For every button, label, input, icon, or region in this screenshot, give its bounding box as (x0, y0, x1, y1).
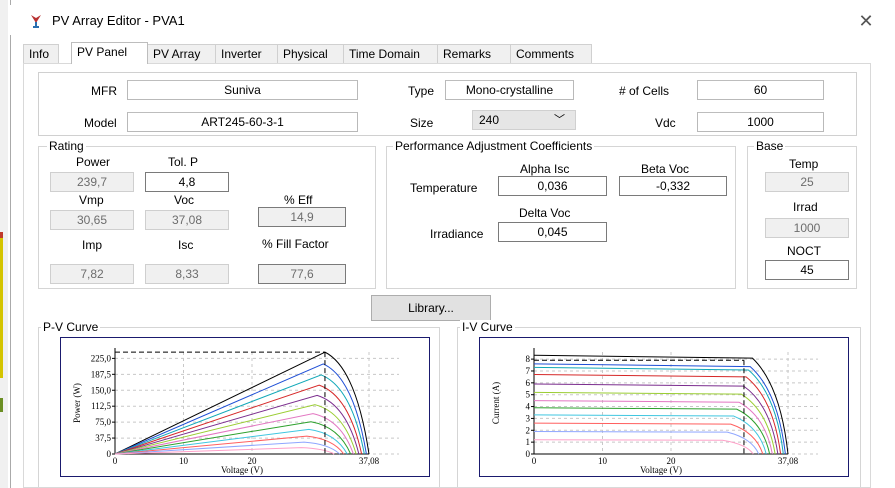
tab-inverter[interactable]: Inverter (215, 44, 278, 64)
background-window-strip (0, 0, 8, 488)
cells-label: # of Cells (619, 84, 670, 98)
chevron-down-icon: ﹀ (554, 114, 565, 126)
iv-curve-chart: 0 10 20 37,08012345678Voltage (V)Current (A… (479, 337, 849, 477)
model-field[interactable]: ART245-60-3-1 (127, 112, 358, 132)
voc-label: Voc (174, 193, 195, 207)
y-tick-label: 4 (526, 402, 531, 412)
rating-title: Rating (47, 139, 86, 153)
y-tick-label: 2 (526, 425, 531, 435)
y-tick-label: 3 (526, 413, 531, 423)
pv-curve-chart: 0 10 20 37,08037,575,0112,5150,0187,5225,0V… (60, 337, 430, 477)
alpha-isc-field[interactable]: 0,036 (498, 176, 607, 196)
y-tick-label: 37,5 (95, 433, 111, 443)
x-tick-label: 0 (113, 456, 118, 466)
beta-voc-label: Beta Voc (641, 162, 690, 176)
temp-label: Temp (789, 157, 819, 171)
irrad-field: 1000 (765, 218, 849, 238)
imp-field: 7,82 (50, 264, 134, 284)
tab-time-domain[interactable]: Time Domain (343, 44, 438, 64)
delta-voc-field[interactable]: 0,045 (498, 222, 607, 242)
alpha-isc-label: Alpha Isc (520, 162, 570, 176)
irrad-label: Irrad (793, 200, 818, 214)
size-value: 240 (479, 113, 500, 127)
x-tick-label: 37,08 (778, 456, 799, 466)
y-tick-label: 225,0 (91, 353, 112, 363)
y-tick-label: 0 (107, 449, 112, 459)
eff-label: % Eff (284, 193, 313, 207)
close-icon[interactable]: ✕ (856, 11, 876, 31)
noct-label: NOCT (787, 244, 821, 258)
y-tick-label: 7 (526, 366, 531, 376)
irradiance-label: Irradiance (430, 227, 484, 241)
delta-voc-label: Delta Voc (519, 206, 571, 220)
x-tick-label: 0 (532, 456, 537, 466)
x-tick-label: 37,08 (359, 456, 380, 466)
noct-field[interactable]: 45 (765, 260, 849, 280)
iv-curve-title: I-V Curve (460, 320, 515, 334)
beta-voc-field[interactable]: -0,332 (619, 176, 727, 196)
tab-physical[interactable]: Physical (277, 44, 344, 64)
cells-field[interactable]: 60 (697, 80, 824, 100)
y-tick-label: 8 (526, 354, 531, 364)
eff-field: 14,9 (258, 207, 346, 227)
isc-label: Isc (178, 238, 194, 252)
x-axis-label: Voltage (V) (640, 465, 682, 475)
y-tick-label: 150,0 (91, 385, 112, 395)
size-dropdown[interactable]: 240 ﹀ (472, 110, 576, 130)
tab-pv-panel[interactable]: PV Panel (71, 42, 148, 64)
library-button[interactable]: Library... (371, 295, 491, 321)
power-field: 239,7 (50, 172, 134, 192)
base-title: Base (754, 139, 786, 153)
tab-pv-array[interactable]: PV Array (147, 44, 216, 64)
tolp-label: Tol. P (168, 155, 199, 169)
fill-factor-label: % Fill Factor (262, 237, 329, 251)
voc-field: 37,08 (145, 210, 229, 230)
power-label: Power (76, 155, 111, 169)
vmp-label: Vmp (79, 193, 104, 207)
y-tick-label: 75,0 (95, 417, 111, 427)
fill-factor-field: 77,6 (258, 264, 346, 284)
y-axis-label: Power (W) (72, 383, 82, 423)
vdc-field[interactable]: 1000 (697, 112, 824, 132)
y-tick-label: 0 (526, 449, 531, 459)
y-tick-label: 5 (526, 390, 531, 400)
x-axis-label: Voltage (V) (221, 465, 263, 475)
window-title: PV Array Editor - PVA1 (52, 13, 185, 28)
pv-curve-title: P-V Curve (41, 320, 101, 334)
tab-info[interactable]: Info (23, 44, 59, 64)
type-field[interactable]: Mono-crystalline (445, 80, 574, 100)
y-tick-label: 112,5 (91, 401, 111, 411)
temperature-label: Temperature (410, 181, 478, 195)
x-tick-label: 10 (179, 456, 189, 466)
mfr-field[interactable]: Suniva (127, 80, 358, 100)
x-tick-label: 10 (598, 456, 608, 466)
type-label: Type (408, 84, 435, 98)
y-tick-label: 1 (526, 437, 531, 447)
app-icon (31, 15, 41, 28)
tab-comments[interactable]: Comments (510, 44, 592, 64)
mfr-label: MFR (91, 84, 117, 98)
tab-remarks[interactable]: Remarks (437, 44, 511, 64)
vmp-field: 30,65 (50, 210, 134, 230)
y-axis-label: Current (A) (491, 382, 501, 424)
imp-label: Imp (82, 238, 103, 252)
temp-field: 25 (765, 172, 849, 192)
model-label: Model (84, 116, 117, 130)
performance-title: Performance Adjustment Coefficients (393, 139, 595, 153)
y-tick-label: 187,5 (91, 369, 112, 379)
y-tick-label: 6 (526, 378, 531, 388)
size-label: Size (410, 116, 434, 130)
tolp-field[interactable]: 4,8 (145, 172, 229, 192)
vdc-label: Vdc (655, 116, 676, 130)
isc-field: 8,33 (145, 264, 229, 284)
